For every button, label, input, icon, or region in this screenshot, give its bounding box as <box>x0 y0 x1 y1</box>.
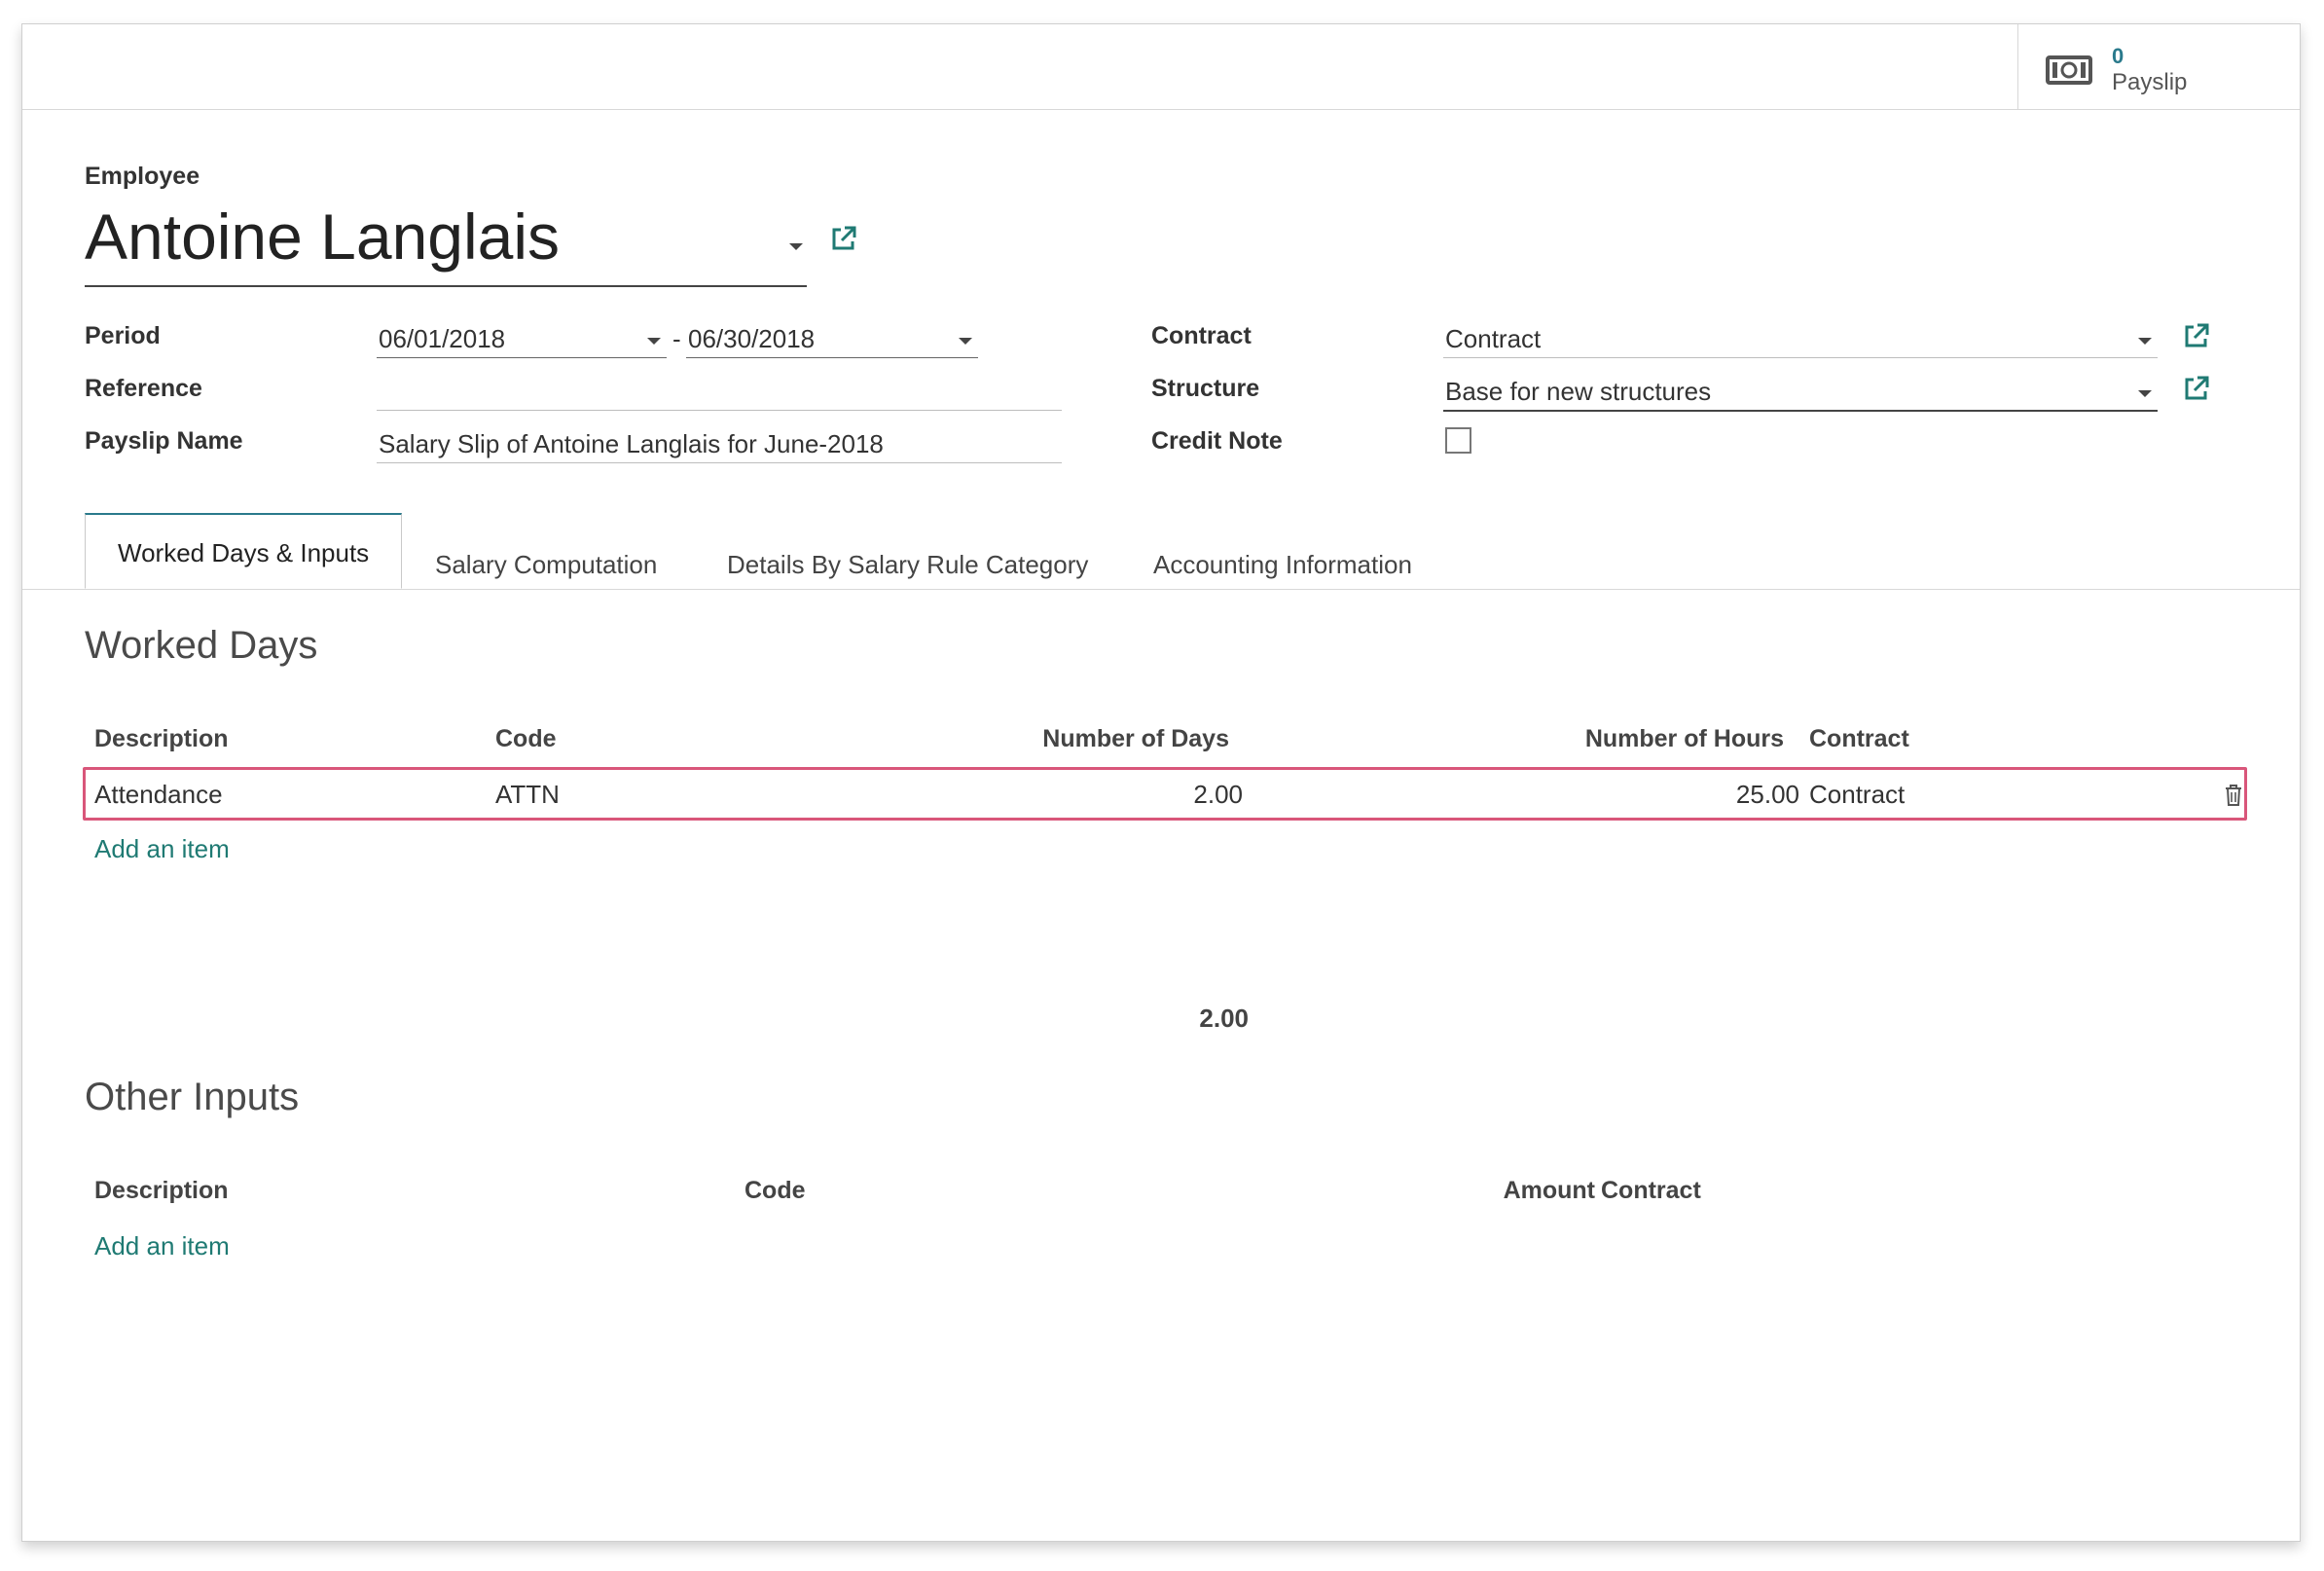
wd-header-code[interactable]: Code <box>495 725 557 753</box>
trash-icon[interactable] <box>2224 784 2243 807</box>
payslip-name-label: Payslip Name <box>85 427 243 455</box>
reference-input[interactable] <box>379 377 1060 408</box>
reference-underline <box>377 410 1062 411</box>
tab-details-by-salary-rule-category[interactable]: Details By Salary Rule Category <box>727 540 1088 589</box>
wd-add-item-link[interactable]: Add an item <box>94 834 230 864</box>
period-label: Period <box>85 322 161 349</box>
contract-dropdown-icon[interactable] <box>2138 338 2152 345</box>
contract-underline <box>1443 357 2158 358</box>
payslip-name-underline <box>377 462 1062 463</box>
wd-cell-days: 2.00 <box>1193 780 1243 809</box>
payslip-count: 0 <box>2112 44 2124 68</box>
wd-cell-hours: 25.00 <box>1735 780 1799 809</box>
period-to-dropdown-icon[interactable] <box>959 338 972 345</box>
reference-label: Reference <box>85 375 202 402</box>
contract-label: Contract <box>1151 322 1252 349</box>
period-separator: - <box>672 324 681 353</box>
wd-total-days: 2.00 <box>1199 1004 1249 1033</box>
other-inputs-title: Other Inputs <box>85 1076 300 1118</box>
payslip-name-input[interactable]: Salary Slip of Antoine Langlais for June… <box>379 429 884 459</box>
tab-accounting-information[interactable]: Accounting Information <box>1153 540 1412 589</box>
tab-salary-computation[interactable]: Salary Computation <box>435 540 657 589</box>
wd-header-number-of-days[interactable]: Number of Days <box>996 725 1229 753</box>
employee-underline <box>85 285 807 287</box>
contract-external-link-icon[interactable] <box>2183 322 2210 349</box>
employee-dropdown-icon[interactable] <box>789 243 803 250</box>
oi-header-code[interactable]: Code <box>744 1177 806 1205</box>
tab-worked-days-inputs[interactable]: Worked Days & Inputs <box>85 513 403 589</box>
wd-cell-contract: Contract <box>1809 780 1906 809</box>
employee-external-link-icon[interactable] <box>830 225 857 252</box>
contract-input[interactable]: Contract <box>1445 324 1541 354</box>
worked-days-title: Worked Days <box>85 624 318 667</box>
wd-cell-description: Attendance <box>94 780 223 809</box>
period-from-input[interactable]: 06/01/2018 <box>379 324 505 354</box>
wd-header-number-of-hours[interactable]: Number of Hours <box>1541 725 1784 753</box>
employee-label: Employee <box>85 163 200 190</box>
period-to-input[interactable]: 06/30/2018 <box>688 324 815 354</box>
oi-header-description[interactable]: Description <box>94 1177 229 1205</box>
oi-add-item-link[interactable]: Add an item <box>94 1231 230 1261</box>
credit-note-checkbox[interactable] <box>1445 427 1471 454</box>
credit-note-label: Credit Note <box>1151 427 1283 455</box>
payslip-smart-button[interactable]: 0 Payslip <box>2017 24 2300 109</box>
wd-cell-code: ATTN <box>495 780 560 809</box>
wd-header-description[interactable]: Description <box>94 725 229 753</box>
oi-header-contract[interactable]: Contract <box>1601 1177 1701 1205</box>
period-from-underline <box>377 357 667 358</box>
structure-external-link-icon[interactable] <box>2183 375 2210 402</box>
period-from-dropdown-icon[interactable] <box>647 338 661 345</box>
structure-input[interactable]: Base for new structures <box>1445 377 1711 407</box>
wd-header-contract[interactable]: Contract <box>1809 725 1909 753</box>
structure-label: Structure <box>1151 375 1260 402</box>
employee-name-input[interactable]: Antoine Langlais <box>85 200 560 274</box>
period-to-underline <box>686 357 978 358</box>
button-box: 0 Payslip <box>22 24 2300 110</box>
payslip-form-sheet: 0 Payslip Employee Antoine Langlais Peri… <box>21 23 2301 1542</box>
payslip-label: Payslip <box>2112 69 2188 95</box>
structure-underline <box>1443 410 2158 412</box>
money-icon <box>2046 55 2092 85</box>
structure-dropdown-icon[interactable] <box>2138 390 2152 397</box>
oi-header-amount[interactable]: Amount <box>1424 1177 1595 1205</box>
